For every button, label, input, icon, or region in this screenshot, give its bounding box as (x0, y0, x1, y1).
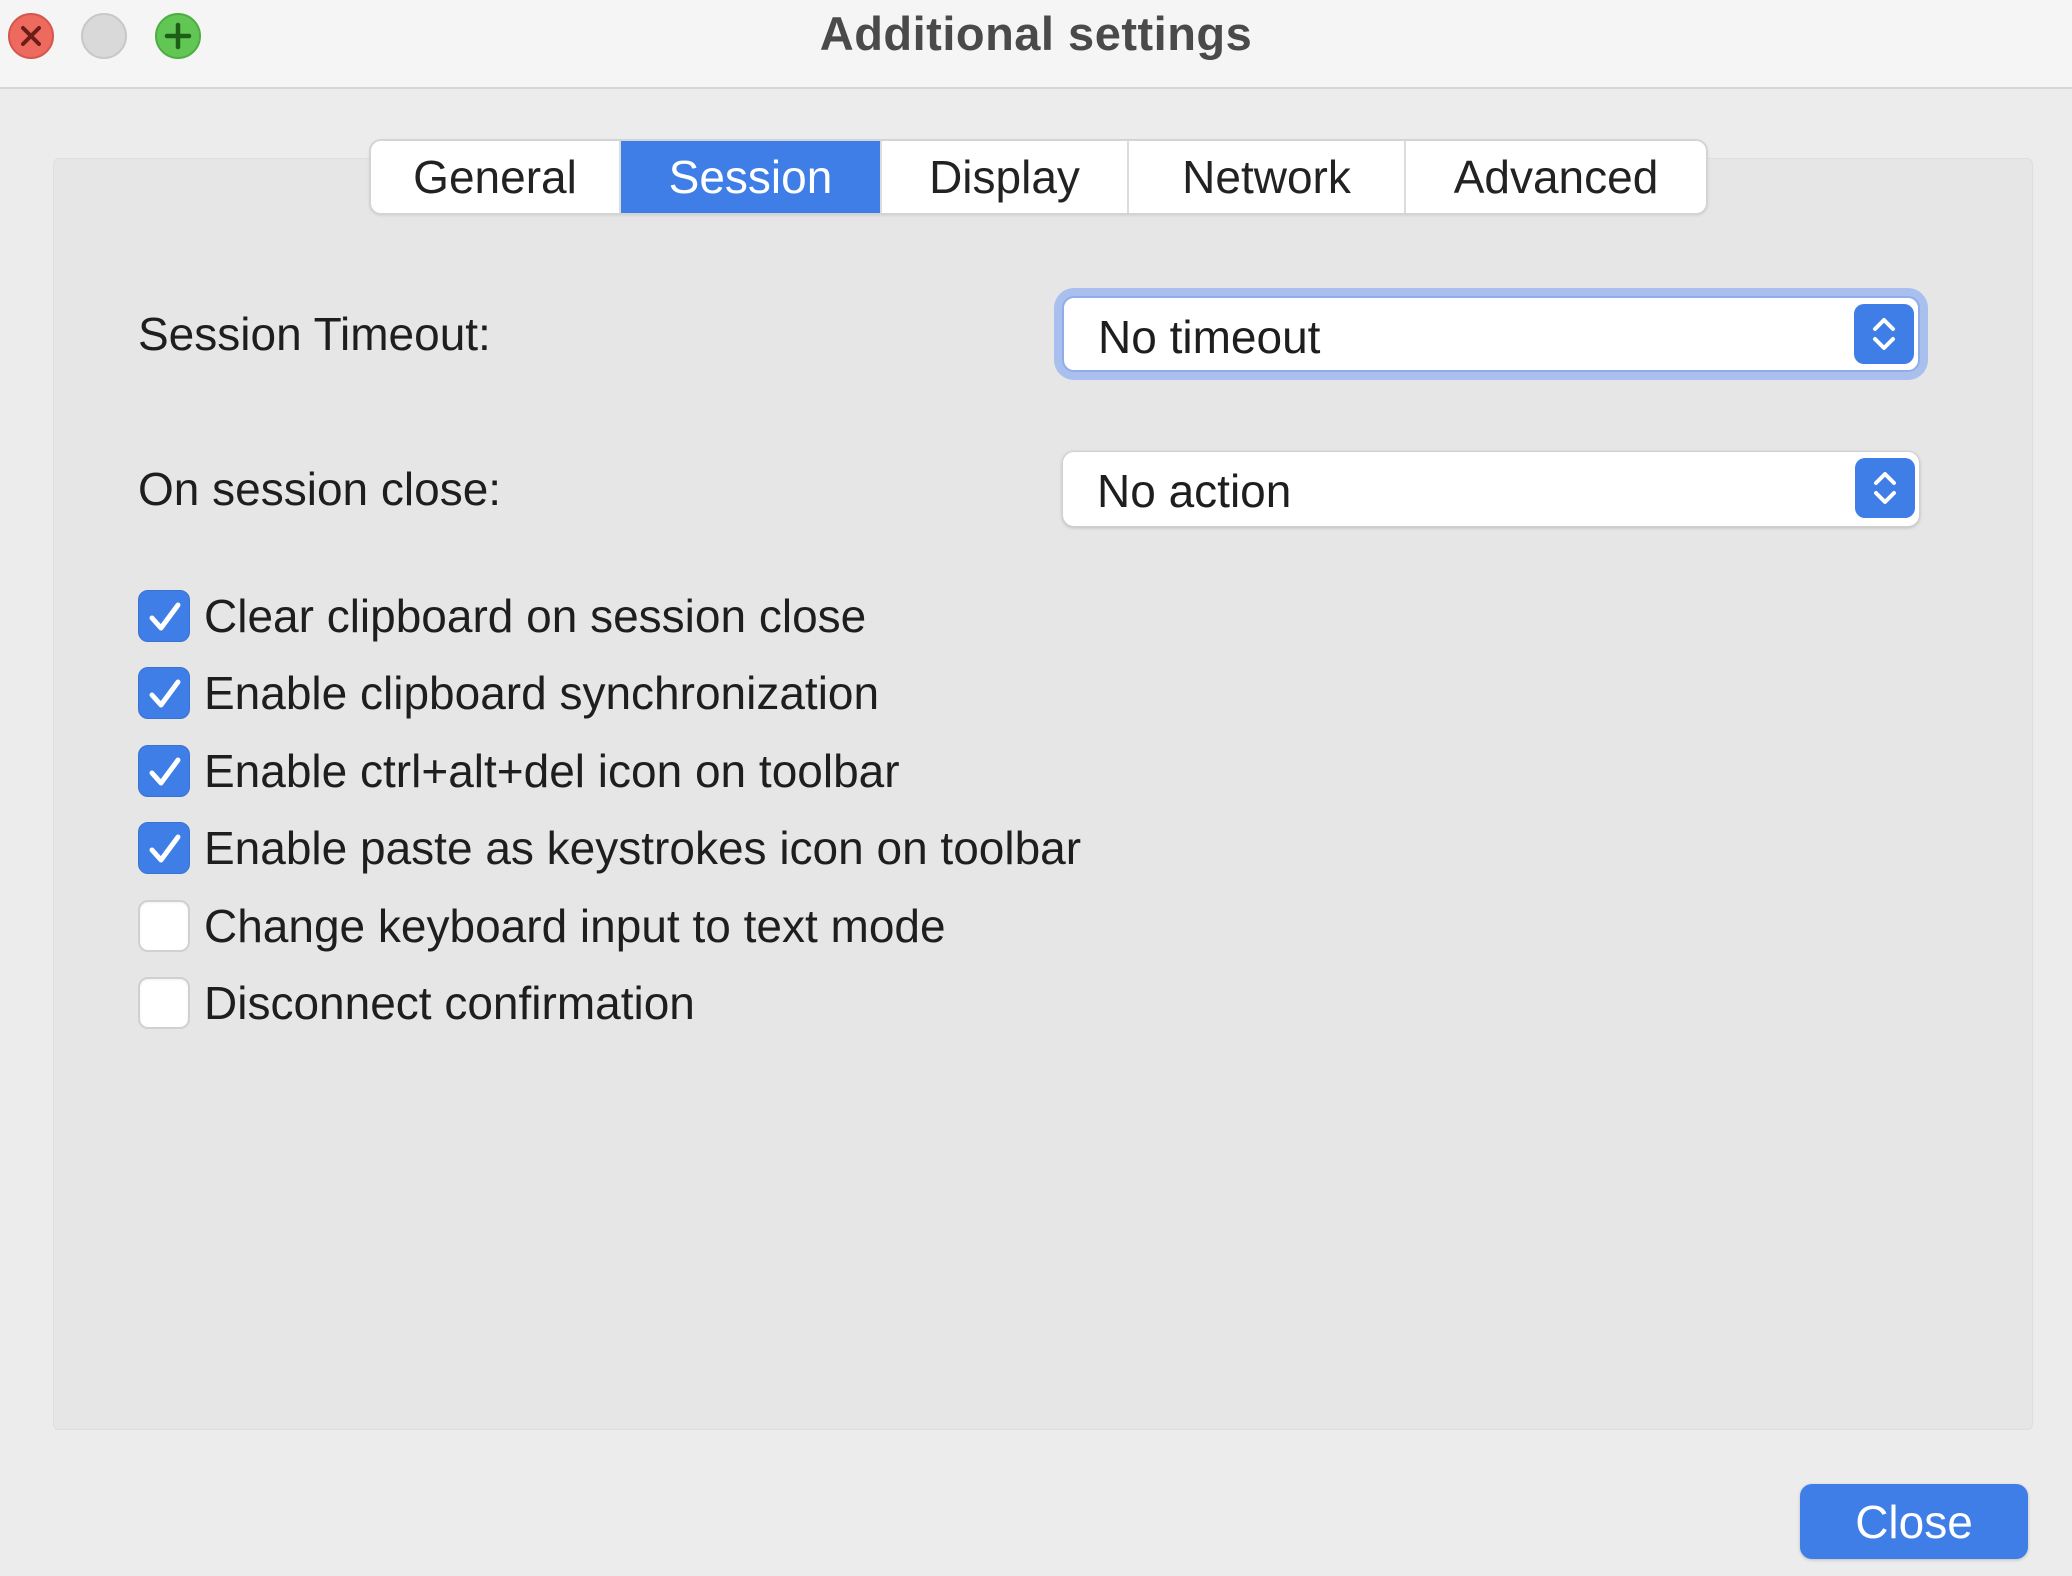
session-timeout-stepper[interactable] (1854, 304, 1914, 364)
clear-clipboard-label: Clear clipboard on session close (204, 590, 867, 642)
clipboard-sync-label: Enable clipboard synchronization (204, 667, 880, 719)
tab-advanced[interactable]: Advanced (1406, 141, 1706, 213)
up-down-chevron-icon (1874, 472, 1896, 504)
disconnect-confirmation-label: Disconnect confirmation (204, 977, 695, 1029)
session-timeout-label: Session Timeout: (138, 308, 491, 360)
tab-general[interactable]: General (371, 141, 621, 213)
session-timeout-value: No timeout (1098, 311, 1321, 363)
on-session-close-label: On session close: (138, 463, 502, 515)
clear-clipboard-checkbox[interactable] (138, 590, 190, 642)
ctrl-alt-del-label: Enable ctrl+alt+del icon on toolbar (204, 745, 900, 797)
disconnect-confirmation-option[interactable]: Disconnect confirmation (138, 973, 695, 1033)
tab-session[interactable]: Session (621, 141, 882, 213)
clear-clipboard-option[interactable]: Clear clipboard on session close (138, 586, 866, 646)
title-bar: Additional settings (0, 0, 2072, 89)
on-session-close-value: No action (1097, 465, 1292, 517)
disconnect-confirmation-checkbox[interactable] (138, 977, 190, 1029)
tab-network[interactable]: Network (1129, 141, 1406, 213)
session-timeout-select[interactable]: No timeout (1062, 296, 1920, 372)
tab-display[interactable]: Display (882, 141, 1129, 213)
text-mode-checkbox[interactable] (138, 900, 190, 952)
close-button[interactable]: Close (1800, 1484, 2028, 1559)
text-mode-option[interactable]: Change keyboard input to text mode (138, 896, 946, 956)
paste-keystrokes-label: Enable paste as keystrokes icon on toolb… (204, 822, 1082, 874)
window-title: Additional settings (819, 7, 1253, 60)
checkmark-icon (149, 834, 181, 863)
checkmark-icon (149, 602, 181, 631)
checkmark-icon (149, 679, 181, 708)
up-down-chevron-icon (1873, 318, 1895, 350)
paste-keystrokes-option[interactable]: Enable paste as keystrokes icon on toolb… (138, 818, 1081, 878)
tab-bar: General Session Display Network Advanced (369, 139, 1708, 215)
on-session-close-select[interactable]: No action (1062, 451, 1920, 527)
checkmark-icon (149, 757, 181, 786)
ctrl-alt-del-option[interactable]: Enable ctrl+alt+del icon on toolbar (138, 741, 900, 801)
clipboard-sync-checkbox[interactable] (138, 667, 190, 719)
paste-keystrokes-checkbox[interactable] (138, 822, 190, 874)
ctrl-alt-del-checkbox[interactable] (138, 745, 190, 797)
clipboard-sync-option[interactable]: Enable clipboard synchronization (138, 663, 879, 723)
on-session-close-stepper[interactable] (1855, 458, 1915, 518)
text-mode-label: Change keyboard input to text mode (204, 900, 946, 952)
